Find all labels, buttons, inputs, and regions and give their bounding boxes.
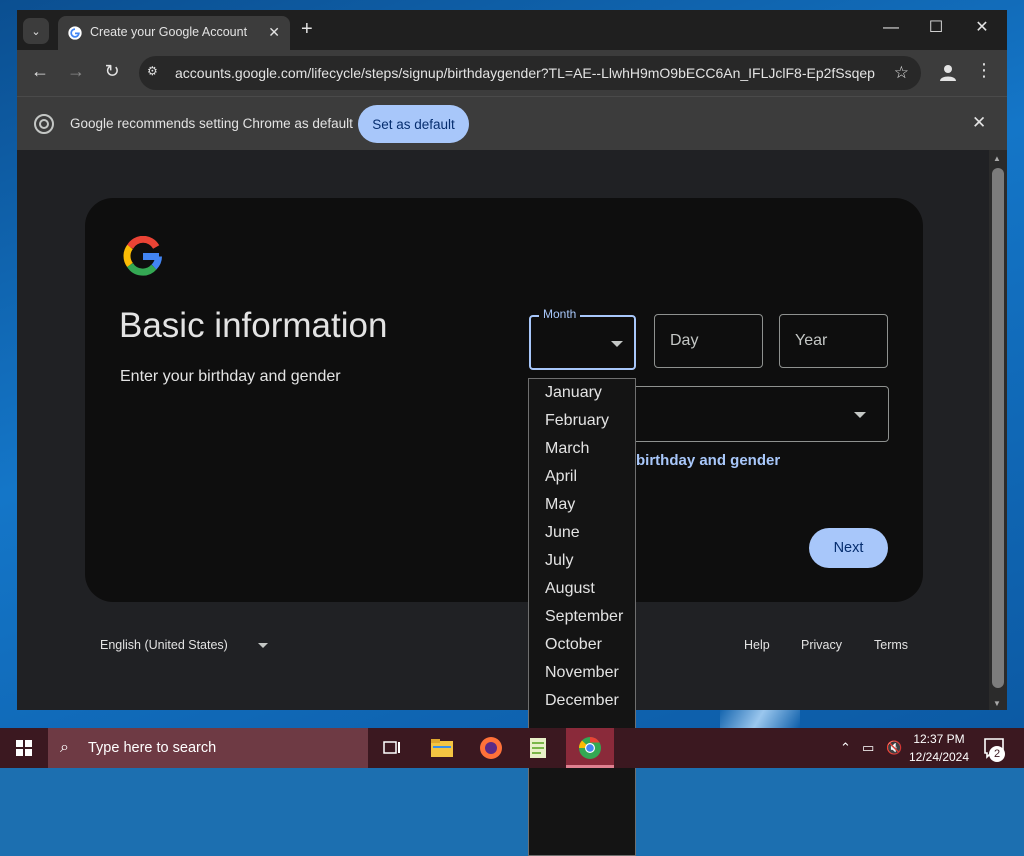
month-option[interactable]: December (529, 687, 635, 715)
tab-close-icon[interactable]: ✕ (268, 24, 280, 41)
scroll-down-icon[interactable]: ▼ (993, 699, 1001, 708)
infobar-close-icon[interactable]: ✕ (972, 113, 986, 133)
month-option[interactable]: January (529, 379, 635, 407)
month-option[interactable]: March (529, 435, 635, 463)
back-icon[interactable]: ← (29, 62, 51, 80)
url-text[interactable]: accounts.google.com/lifecycle/steps/sign… (175, 65, 875, 81)
clock-time: 12:37 PM (913, 732, 965, 746)
language-select[interactable]: English (United States) (100, 638, 228, 652)
month-dropdown-list: January February March April May June Ju… (528, 378, 636, 856)
month-option[interactable]: February (529, 407, 635, 435)
month-option[interactable]: April (529, 463, 635, 491)
why-birthday-link[interactable]: birthday and gender (636, 452, 780, 469)
month-option[interactable]: June (529, 519, 635, 547)
year-placeholder: Year (795, 332, 828, 349)
year-field[interactable]: Year (779, 314, 888, 368)
set-as-default-button[interactable]: Set as default (358, 105, 469, 143)
chevron-down-icon (258, 643, 268, 648)
footer-link-terms[interactable]: Terms (874, 638, 908, 652)
month-option[interactable]: May (529, 491, 635, 519)
clock-date: 12/24/2024 (908, 750, 970, 764)
month-option[interactable]: October (529, 631, 635, 659)
day-field[interactable]: Day (654, 314, 763, 368)
page-subtitle: Enter your birthday and gender (120, 368, 341, 385)
month-option[interactable]: August (529, 575, 635, 603)
month-option[interactable]: July (529, 547, 635, 575)
chrome-icon (34, 114, 54, 134)
month-label: Month (539, 307, 581, 321)
infobar-message: Google recommends setting Chrome as defa… (70, 116, 353, 131)
system-clock[interactable]: 12:37 PM 12/24/2024 (906, 730, 972, 766)
forward-icon[interactable]: → (65, 62, 87, 80)
menu-icon[interactable]: ⋮ (975, 61, 993, 79)
chevron-down-icon (611, 341, 623, 347)
google-favicon-icon (68, 26, 82, 40)
tab-title: Create your Google Account (90, 25, 248, 39)
day-placeholder: Day (670, 332, 699, 349)
tab-search-button[interactable]: ⌄ (23, 18, 49, 44)
tab-bar: ⌄ Create your Google Account ✕ + — ☐ ✕ (17, 10, 1007, 50)
notification-count-badge: 2 (989, 746, 1005, 762)
tray-chevron-up-icon[interactable]: ⌃ (840, 740, 851, 756)
reload-icon[interactable]: ↻ (101, 62, 123, 80)
month-select[interactable]: Month (529, 307, 636, 370)
tab-create-account[interactable]: Create your Google Account ✕ (58, 16, 290, 50)
google-logo-icon (123, 236, 162, 276)
task-view-icon[interactable] (377, 733, 407, 763)
page-viewport: Basic information Enter your birthday an… (17, 150, 989, 856)
month-option[interactable]: November (529, 659, 635, 687)
address-bar[interactable]: ⚙ accounts.google.com/lifecycle/steps/si… (139, 56, 921, 90)
scroll-thumb[interactable] (992, 168, 1004, 688)
month-option[interactable]: September (529, 603, 635, 631)
network-icon[interactable]: ▭ (862, 740, 874, 756)
search-icon: ⌕ (60, 739, 69, 756)
toolbar: ← → ↻ ⚙ accounts.google.com/lifecycle/st… (17, 50, 1007, 96)
profile-icon[interactable] (937, 62, 959, 84)
footer-link-help[interactable]: Help (744, 638, 770, 652)
new-tab-icon[interactable]: + (301, 19, 313, 39)
vertical-scrollbar[interactable]: ▲ ▼ (989, 150, 1007, 710)
window-close-icon[interactable]: ✕ (972, 20, 992, 36)
volume-muted-icon[interactable]: 🔇 (886, 740, 902, 756)
file-explorer-icon[interactable] (427, 733, 457, 763)
windows-logo-icon (16, 740, 32, 756)
notepad-icon[interactable] (524, 733, 554, 763)
footer-link-privacy[interactable]: Privacy (801, 638, 842, 652)
chevron-down-icon (854, 412, 866, 418)
firefox-icon[interactable] (476, 733, 506, 763)
chrome-taskbar-icon[interactable] (575, 733, 605, 763)
scroll-up-icon[interactable]: ▲ (993, 154, 1001, 163)
signup-card: Basic information Enter your birthday an… (85, 198, 923, 602)
search-placeholder: Type here to search (88, 740, 217, 756)
taskbar: ⌕ Type here to search ⌃ ▭ 🔇 12:37 PM 12/… (0, 728, 1024, 768)
site-info-icon[interactable]: ⚙ (147, 64, 165, 82)
bookmark-star-icon[interactable]: ☆ (894, 63, 909, 83)
chrome-window: ⌄ Create your Google Account ✕ + — ☐ ✕ ←… (17, 10, 1007, 856)
minimize-icon[interactable]: — (881, 20, 901, 36)
default-browser-infobar: Google recommends setting Chrome as defa… (17, 96, 1007, 151)
start-button[interactable] (0, 728, 48, 768)
maximize-icon[interactable]: ☐ (926, 20, 946, 36)
taskbar-search[interactable]: ⌕ Type here to search (48, 728, 368, 768)
next-button[interactable]: Next (809, 528, 888, 568)
page-title: Basic information (119, 306, 388, 345)
